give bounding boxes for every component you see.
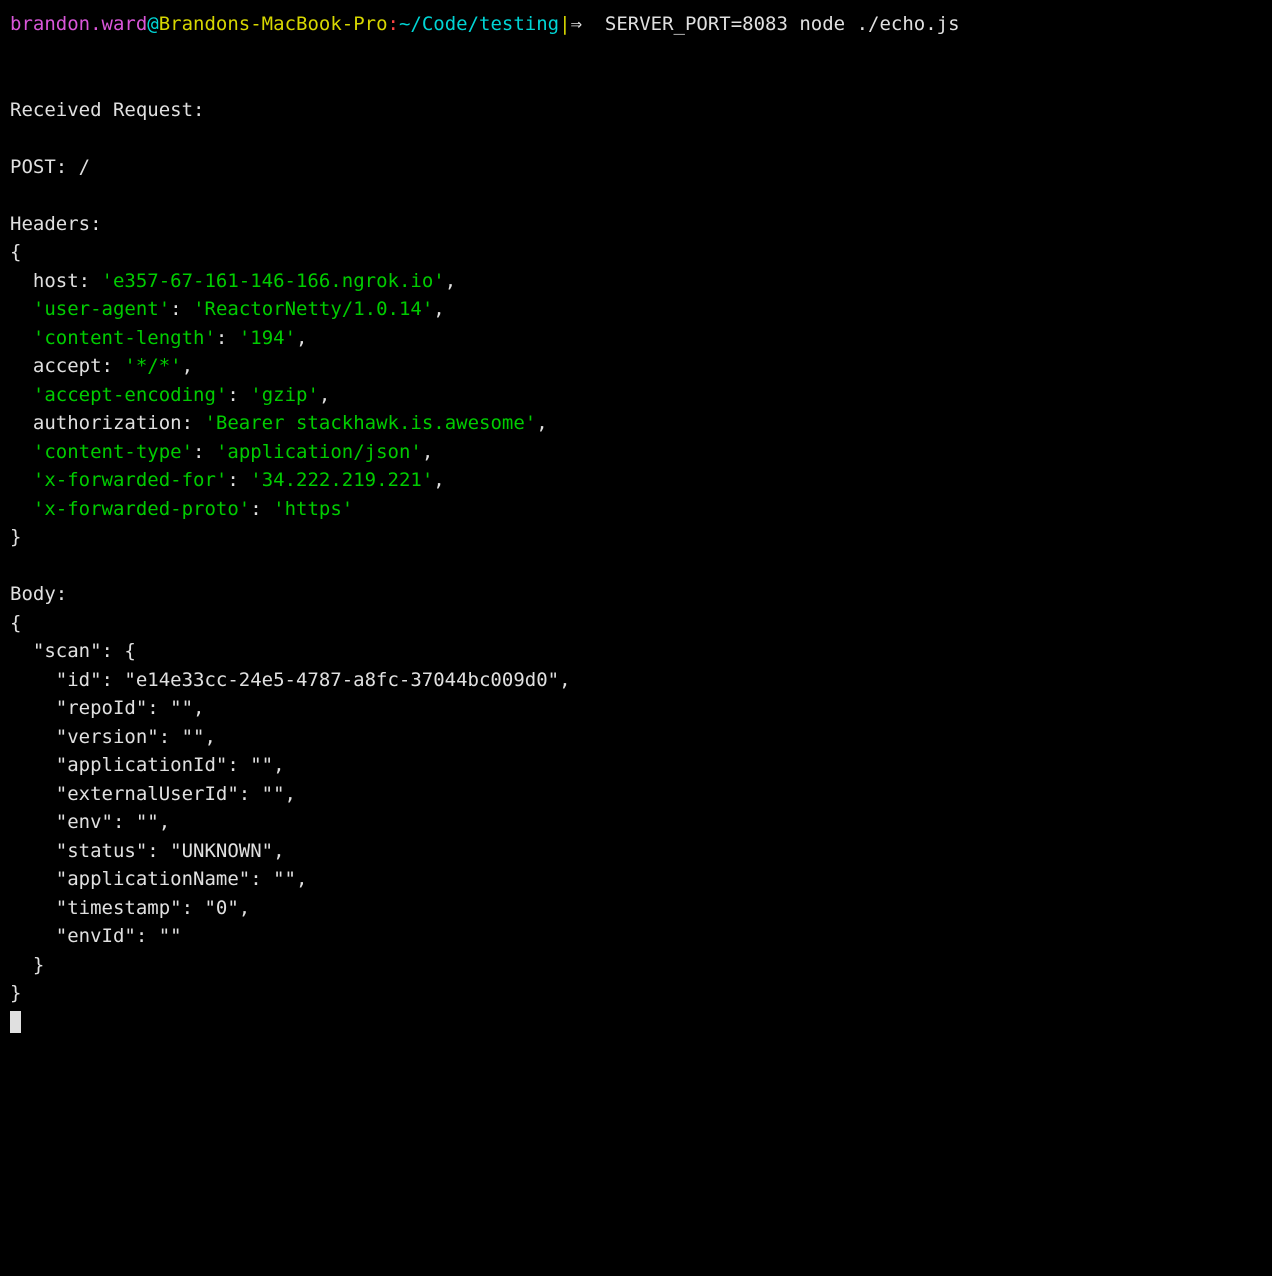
colon: :	[170, 298, 181, 320]
body-line: "env": "",	[10, 811, 170, 833]
body-line: "version": "",	[10, 726, 216, 748]
header-auth-key: authorization:	[10, 412, 193, 434]
colon: :	[227, 469, 238, 491]
header-ae-key: 'accept-encoding'	[33, 384, 227, 406]
comma: ,	[296, 327, 307, 349]
body-line: }	[10, 954, 44, 976]
colon: :	[227, 384, 238, 406]
comma: ,	[445, 270, 456, 292]
header-host-val: 'e357-67-161-146-166.ngrok.io'	[102, 270, 445, 292]
prompt-colon: :	[388, 13, 399, 35]
received-label: Received Request:	[10, 99, 204, 121]
brace-open: {	[10, 241, 21, 263]
method-line: POST: /	[10, 156, 90, 178]
header-ct-key: 'content-type'	[33, 441, 193, 463]
body-line: "repoId": "",	[10, 697, 204, 719]
header-host-key: host:	[10, 270, 90, 292]
header-ua-val: 'ReactorNetty/1.0.14'	[193, 298, 433, 320]
comma: ,	[319, 384, 330, 406]
body-line: "applicationName": "",	[10, 868, 307, 890]
prompt-host: Brandons-MacBook-Pro	[159, 13, 388, 35]
header-ua-key: 'user-agent'	[33, 298, 170, 320]
body-line: {	[10, 612, 21, 634]
prompt-at: @	[147, 13, 158, 35]
comma: ,	[536, 412, 547, 434]
header-cl-key: 'content-length'	[33, 327, 216, 349]
prompt-arrow: ⇒	[571, 13, 605, 35]
header-auth-val: 'Bearer stackhawk.is.awesome'	[204, 412, 536, 434]
header-ae-val: 'gzip'	[250, 384, 319, 406]
header-accept-val: '*/*'	[124, 355, 181, 377]
prompt-command: SERVER_PORT=8083 node ./echo.js	[605, 13, 960, 35]
header-xfp-key: 'x-forwarded-proto'	[33, 498, 250, 520]
terminal-output[interactable]: brandon.ward@Brandons-MacBook-Pro:~/Code…	[10, 10, 1262, 1036]
header-ct-val: 'application/json'	[216, 441, 422, 463]
headers-label: Headers:	[10, 213, 102, 235]
prompt-user: brandon.ward	[10, 13, 147, 35]
body-line: "envId": ""	[10, 925, 182, 947]
header-accept-key: accept:	[10, 355, 113, 377]
prompt-path: ~/Code/testing	[399, 13, 559, 35]
header-xff-val: '34.222.219.221'	[250, 469, 433, 491]
body-line: "applicationId": "",	[10, 754, 285, 776]
body-line: "timestamp": "0",	[10, 897, 250, 919]
brace-close: }	[10, 526, 21, 548]
cursor-icon	[10, 1011, 21, 1033]
body-line: }	[10, 982, 21, 1004]
colon: :	[193, 441, 204, 463]
body-line: "scan": {	[10, 640, 136, 662]
body-label: Body:	[10, 583, 67, 605]
colon: :	[250, 498, 261, 520]
header-cl-val: '194'	[239, 327, 296, 349]
prompt-pipe: |	[559, 13, 570, 35]
body-line: "id": "e14e33cc-24e5-4787-a8fc-37044bc00…	[10, 669, 571, 691]
colon: :	[216, 327, 227, 349]
prompt-line: brandon.ward@Brandons-MacBook-Pro:~/Code…	[10, 10, 1262, 39]
header-xfp-val: 'https'	[273, 498, 353, 520]
comma: ,	[433, 469, 444, 491]
comma: ,	[182, 355, 193, 377]
comma: ,	[433, 298, 444, 320]
header-xff-key: 'x-forwarded-for'	[33, 469, 227, 491]
comma: ,	[422, 441, 433, 463]
body-line: "status": "UNKNOWN",	[10, 840, 285, 862]
body-line: "externalUserId": "",	[10, 783, 296, 805]
